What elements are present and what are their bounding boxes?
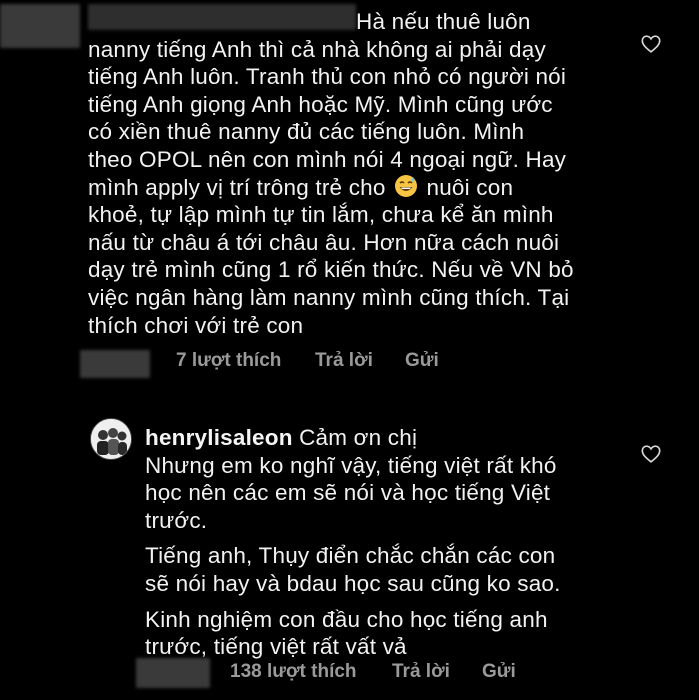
- comment-line: việc ngân hàng làm nanny mình cũng thích…: [88, 284, 570, 310]
- comment-line: trước, tiếng việt rất vất vả: [145, 634, 407, 660]
- comment-line: tiếng Anh luôn. Tranh thủ con nhỏ có ngư…: [88, 64, 567, 90]
- blurred-timestamp: [80, 350, 150, 378]
- comment-line: có xiền thuê nanny đủ các tiếng luôn. Mì…: [88, 119, 525, 145]
- likes-count[interactable]: 7 lượt thích: [176, 350, 281, 372]
- heart-icon[interactable]: [640, 33, 662, 55]
- send-button[interactable]: Gửi: [405, 350, 439, 372]
- blurred-timestamp: [136, 658, 210, 688]
- comment-line: nấu từ châu á tới châu âu. Hơn nữa cách …: [88, 229, 560, 255]
- comment-line: theo OPOL nên con mình nói 4 ngoại ngữ. …: [88, 146, 567, 172]
- comment-line: Kinh nghiệm con đầu cho học tiếng anh: [145, 606, 548, 632]
- comment-1-text: Hà nếu thuê luôn nanny tiếng Anh thì cả …: [88, 8, 588, 339]
- likes-count[interactable]: 138 lượt thích: [230, 661, 357, 683]
- comment-line: học nên các em sẽ nói và học tiếng Việt: [145, 480, 551, 506]
- comment-line-part: mình apply vị trí trông trẻ cho: [88, 174, 386, 200]
- blurred-avatar: [0, 4, 80, 48]
- comment-line: Tiếng anh, Thụy điển chắc chắn các con: [145, 543, 556, 569]
- username[interactable]: henrylisaleon: [145, 425, 293, 450]
- comment-line: mình apply vị trí trông trẻ cho nuôi con: [88, 174, 588, 202]
- comment-line: khoẻ, tự lập mình tự tin lắm, chưa kể ăn…: [88, 202, 554, 228]
- comment-line: Nhưng em ko nghĩ vậy, tiếng việt rất khó: [145, 452, 557, 478]
- avatar-photo-icon: [91, 419, 131, 459]
- heart-icon[interactable]: [640, 443, 662, 465]
- reply-button[interactable]: Trả lời: [315, 350, 373, 372]
- avatar[interactable]: [90, 418, 132, 460]
- comment-line: Hà nếu thuê luôn: [356, 9, 531, 34]
- comment-line: trước.: [145, 507, 208, 533]
- comment-line: henrylisaleon Cảm ơn chị: [145, 424, 665, 452]
- comment-2-text: henrylisaleon Cảm ơn chị Nhưng em ko ngh…: [145, 424, 665, 661]
- comment-line: tiếng Anh giọng Anh hoặc Mỹ. Mình cũng ư…: [88, 91, 553, 117]
- comment-line: sẽ nói hay và bdau học sau cũng ko sao.: [145, 570, 561, 596]
- comment-line: nanny tiếng Anh thì cả nhà không ai phải…: [88, 36, 546, 62]
- reply-button[interactable]: Trả lời: [392, 661, 450, 683]
- comment-line-part: nuôi con: [426, 174, 514, 200]
- send-button[interactable]: Gửi: [482, 661, 516, 683]
- comment-line: dạy trẻ mình cũng 1 rổ kiến thức. Nếu về…: [88, 257, 574, 283]
- comment-line-part: Cảm ơn chị: [299, 425, 418, 450]
- grinning-sweat-emoji-icon: [395, 174, 418, 197]
- comment-line: thích chơi với trẻ con: [88, 312, 304, 338]
